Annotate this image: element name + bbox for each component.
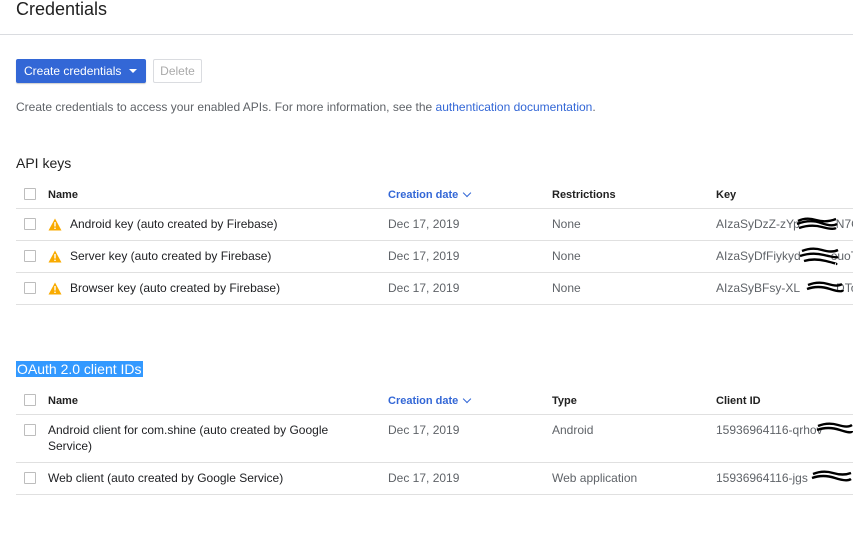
col-client-id-header: Client ID bbox=[716, 395, 761, 407]
select-all-checkbox[interactable] bbox=[24, 394, 36, 406]
sort-arrow-icon bbox=[463, 394, 472, 404]
create-credentials-label: Create credentials bbox=[24, 64, 122, 78]
api-keys-title: API keys bbox=[16, 155, 72, 171]
table-row[interactable]: Server key (auto created by Firebase) De… bbox=[16, 241, 853, 273]
table-row[interactable]: Android key (auto created by Firebase) D… bbox=[16, 209, 853, 241]
key-name[interactable]: Browser key (auto created by Firebase) bbox=[70, 281, 280, 295]
col-name-header: Name bbox=[48, 189, 78, 201]
col-creation-date-label: Creation date bbox=[388, 395, 459, 407]
select-all-checkbox[interactable] bbox=[24, 188, 36, 200]
key-value-start: AIzaSyBFsy-XL bbox=[716, 281, 801, 295]
table-row[interactable]: Android client for com.shine (auto creat… bbox=[16, 415, 853, 463]
info-text: Create credentials to access your enable… bbox=[16, 100, 596, 114]
client-type: Android bbox=[552, 423, 594, 437]
delete-button[interactable]: Delete bbox=[153, 59, 202, 83]
col-creation-date-header[interactable]: Creation date bbox=[388, 188, 472, 201]
warning-icon bbox=[48, 218, 62, 231]
redaction-scribble bbox=[796, 217, 838, 230]
client-name[interactable]: Web client (auto created by Google Servi… bbox=[48, 471, 283, 485]
info-text-body: Create credentials to access your enable… bbox=[16, 100, 436, 114]
key-date: Dec 17, 2019 bbox=[388, 281, 460, 295]
row-checkbox[interactable] bbox=[24, 424, 36, 436]
key-name[interactable]: Server key (auto created by Firebase) bbox=[70, 249, 271, 263]
key-date: Dec 17, 2019 bbox=[388, 217, 460, 231]
redaction-scribble bbox=[811, 470, 852, 482]
info-text-end: . bbox=[592, 100, 596, 114]
row-checkbox[interactable] bbox=[24, 218, 36, 230]
client-date: Dec 17, 2019 bbox=[388, 471, 460, 485]
client-name-line2: Service) bbox=[48, 439, 93, 453]
warning-icon bbox=[48, 282, 62, 295]
client-id-value: 15936964116-jgs bbox=[716, 471, 808, 485]
key-restrictions: None bbox=[552, 249, 581, 263]
key-restrictions: None bbox=[552, 217, 581, 231]
key-value-end: N7GM bbox=[835, 217, 853, 231]
caret-down-icon bbox=[129, 69, 137, 73]
divider bbox=[0, 34, 853, 35]
key-name[interactable]: Android key (auto created by Firebase) bbox=[70, 217, 277, 231]
create-credentials-button[interactable]: Create credentials bbox=[16, 59, 146, 83]
redaction-scribble bbox=[799, 247, 839, 266]
col-type-header: Type bbox=[552, 395, 577, 407]
redaction-scribble bbox=[806, 281, 844, 293]
api-keys-header-row: Name Creation date Restrictions Key bbox=[16, 180, 853, 209]
table-row[interactable]: Web client (auto created by Google Servi… bbox=[16, 463, 853, 495]
col-key-header: Key bbox=[716, 189, 737, 201]
key-date: Dec 17, 2019 bbox=[388, 249, 460, 263]
col-creation-date-header[interactable]: Creation date bbox=[388, 394, 472, 407]
col-name-header: Name bbox=[48, 395, 78, 407]
key-value-start: AIzaSyDfFiykyd bbox=[716, 249, 801, 263]
oauth-client-ids-title: OAuth 2.0 client IDs bbox=[16, 361, 143, 377]
page-title: Credentials bbox=[16, 0, 108, 19]
col-restrictions-header: Restrictions bbox=[552, 189, 616, 201]
client-date: Dec 17, 2019 bbox=[388, 423, 460, 437]
authentication-documentation-link[interactable]: authentication documentation bbox=[436, 100, 593, 114]
key-value-start: AIzaSyDzZ-zYp bbox=[716, 217, 800, 231]
row-checkbox[interactable] bbox=[24, 250, 36, 262]
client-name-line1: Android client for com.shine (auto creat… bbox=[48, 423, 329, 437]
row-checkbox[interactable] bbox=[24, 282, 36, 294]
key-restrictions: None bbox=[552, 281, 581, 295]
col-creation-date-label: Creation date bbox=[388, 189, 459, 201]
redaction-scribble bbox=[816, 422, 853, 434]
table-row[interactable]: Browser key (auto created by Firebase) D… bbox=[16, 273, 853, 305]
row-checkbox[interactable] bbox=[24, 472, 36, 484]
sort-arrow-icon bbox=[463, 188, 472, 198]
warning-icon bbox=[48, 250, 62, 263]
client-type: Web application bbox=[552, 471, 638, 485]
client-name[interactable]: Android client for com.shine (auto creat… bbox=[48, 423, 328, 453]
client-id-value: 15936964116-qrhov bbox=[716, 423, 823, 437]
oauth-header-row: Name Creation date Type Client ID bbox=[16, 386, 853, 415]
